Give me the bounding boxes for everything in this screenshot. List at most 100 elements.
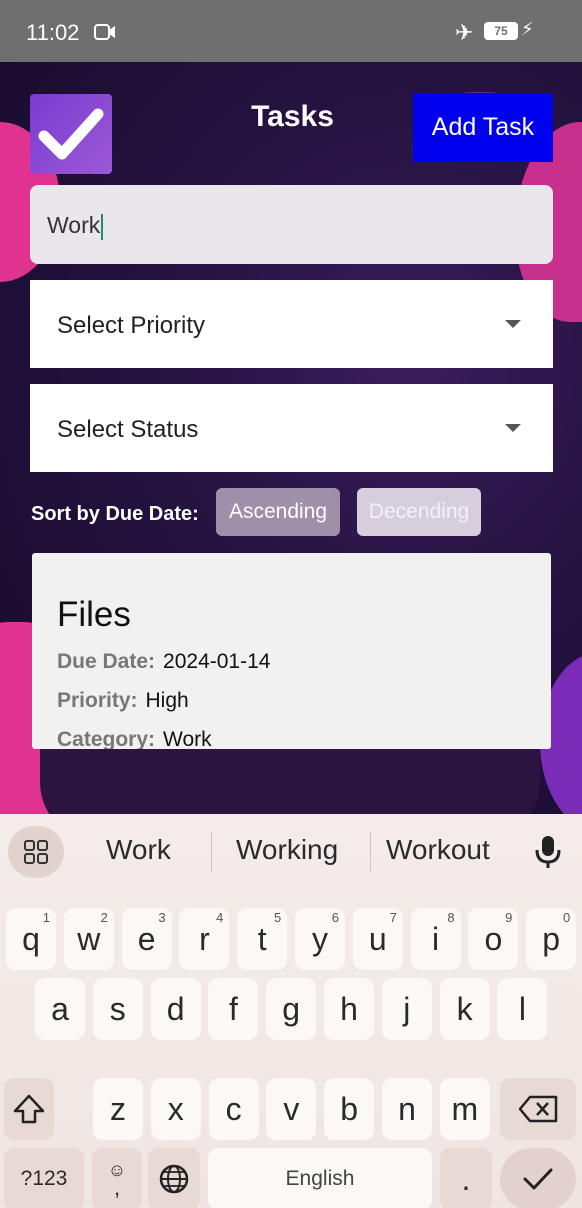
key[interactable]: 6y [295, 908, 345, 970]
key-label: t [257, 920, 267, 957]
key-label: r [199, 920, 210, 957]
status-time: 11:02 [26, 20, 80, 45]
key-label: b [340, 1090, 359, 1127]
status-bar: 11:02 ✈ 75 ⚡ [0, 0, 582, 62]
backspace-icon [518, 1095, 558, 1123]
key[interactable]: 8i [410, 908, 461, 970]
key[interactable]: l [497, 978, 548, 1040]
soft-keyboard: Work Working Workout ?123 ☺ , English . … [0, 814, 582, 1208]
key[interactable]: 7u [352, 908, 403, 970]
sort-ascending-button[interactable]: Ascending [216, 488, 340, 536]
shift-key[interactable] [4, 1078, 54, 1140]
enter-key[interactable] [500, 1148, 576, 1208]
key-label: h [340, 990, 358, 1027]
priority-select-label: Select Priority [57, 312, 206, 339]
key-label: g [282, 990, 301, 1027]
key-label: k [456, 990, 473, 1027]
key[interactable]: 4r [179, 908, 230, 970]
key-number-hint: 8 [447, 910, 455, 925]
suggestion-item[interactable]: Workout [386, 834, 490, 866]
key-number-hint: 4 [216, 910, 224, 925]
key-number-hint: 7 [389, 910, 397, 925]
key[interactable]: z [93, 1078, 143, 1140]
shift-icon [13, 1094, 45, 1124]
key-label: e [137, 920, 156, 957]
key-label: p [542, 920, 561, 957]
key-label: a [51, 990, 69, 1027]
key-label: o [484, 920, 503, 957]
divider [370, 832, 371, 872]
key[interactable]: f [208, 978, 259, 1040]
charging-icon: ⚡ [521, 19, 534, 39]
key-label: u [368, 920, 387, 957]
screen-record-icon [94, 24, 115, 40]
key[interactable]: m [439, 1078, 490, 1140]
microphone-icon[interactable] [534, 834, 562, 870]
key[interactable]: x [150, 1078, 201, 1140]
key[interactable]: a [35, 978, 85, 1040]
key[interactable]: k [439, 978, 490, 1040]
suggestion-bar: Work Working Workout [0, 814, 582, 892]
period-key[interactable]: . [440, 1148, 492, 1208]
key-number-hint: 5 [273, 910, 282, 925]
search-input[interactable]: Work [30, 185, 553, 264]
key-number-hint: 1 [42, 910, 50, 925]
add-task-button[interactable]: Add Task [413, 93, 553, 162]
key[interactable]: 9o [468, 908, 519, 970]
task-name: Files [57, 595, 131, 634]
key[interactable]: 1q [6, 908, 56, 970]
key-label: m [451, 1090, 479, 1127]
space-key[interactable]: English [208, 1148, 432, 1208]
key-label: x [167, 1090, 184, 1127]
suggestion-item[interactable]: Working [236, 834, 338, 866]
search-input-value: Work [47, 212, 101, 238]
language-key[interactable] [148, 1148, 200, 1208]
suggestion-item[interactable]: Work [106, 834, 171, 866]
emoji-comma-key[interactable]: ☺ , [92, 1148, 142, 1208]
key-number-hint: 2 [100, 910, 108, 925]
key[interactable]: 5t [237, 908, 288, 970]
status-select-label: Select Status [57, 416, 199, 443]
key[interactable]: v [266, 1078, 317, 1140]
key-label: j [403, 990, 411, 1027]
key-label: l [518, 990, 526, 1027]
key-label: c [225, 1090, 242, 1127]
key[interactable]: 0p [526, 908, 577, 970]
key-number-hint: 6 [331, 910, 339, 925]
key[interactable]: 2w [63, 908, 114, 970]
sort-label: Sort by Due Date: [31, 503, 199, 525]
key[interactable]: j [381, 978, 432, 1040]
key[interactable]: d [150, 978, 201, 1040]
divider [211, 832, 212, 872]
page-title: Tasks [251, 100, 334, 133]
key-number-hint: 0 [562, 910, 571, 925]
key[interactable]: s [92, 978, 143, 1040]
grid-icon [24, 840, 48, 864]
dropdown-arrow-icon [505, 424, 521, 432]
priority-select[interactable]: Select Priority [30, 280, 553, 368]
text-cursor [101, 213, 104, 240]
key-label: z [110, 1090, 126, 1127]
task-category: Category: Work [57, 728, 212, 749]
key[interactable]: c [208, 1078, 259, 1140]
key-label: f [228, 990, 238, 1027]
apps-grid-button[interactable] [8, 826, 64, 878]
task-priority: Priority: High [57, 689, 189, 712]
key[interactable]: n [382, 1078, 432, 1140]
checkmark-icon [38, 108, 104, 160]
key[interactable]: 3e [121, 908, 172, 970]
backspace-key[interactable] [500, 1078, 576, 1140]
key-label: i [432, 920, 440, 957]
key[interactable]: b [324, 1078, 375, 1140]
key-label: v [283, 1090, 300, 1127]
task-due-date: Due Date: 2024-01-14 [57, 650, 271, 673]
globe-icon [159, 1164, 189, 1194]
status-select[interactable]: Select Status [30, 384, 553, 472]
symbols-key[interactable]: ?123 [4, 1148, 84, 1208]
key-label: n [398, 1090, 416, 1127]
sort-descending-button[interactable]: Decending [357, 488, 481, 536]
key[interactable]: g [266, 978, 317, 1040]
key[interactable]: h [324, 978, 374, 1040]
key-label: w [77, 920, 101, 957]
task-card[interactable]: Files Due Date: 2024-01-14 Priority: High … [32, 553, 551, 749]
